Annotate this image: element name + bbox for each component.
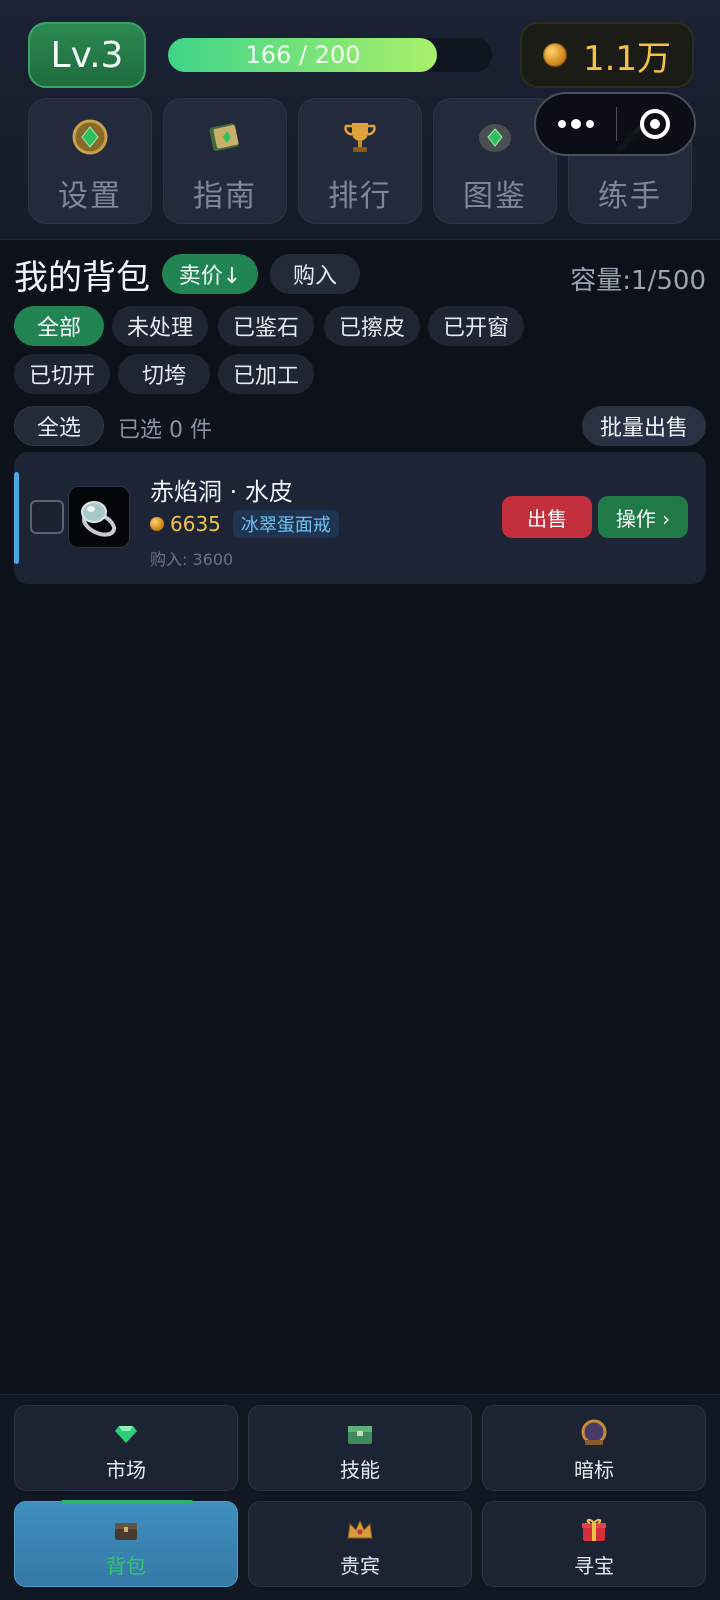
sort-by-buy-price-button[interactable]: 购入 <box>270 254 360 294</box>
nav-treasure-hunt[interactable]: 寻宝 <box>482 1501 706 1587</box>
item-buy-price: 购入: 3600 <box>150 550 234 569</box>
filter-windowed[interactable]: 已开窗 <box>428 306 524 346</box>
jade-ring-icon <box>81 501 116 537</box>
select-all-button[interactable]: 全选 <box>14 406 104 446</box>
trophy-icon <box>338 115 382 159</box>
gift-box-icon <box>579 1514 609 1544</box>
more-dot-icon <box>570 119 581 129</box>
nav-sealed-bid[interactable]: 暗标 <box>482 1405 706 1491</box>
filter-processed[interactable]: 已加工 <box>218 354 314 394</box>
close-mini-program-button[interactable] <box>617 94 695 154</box>
batch-sell-button[interactable]: 批量出售 <box>582 406 706 446</box>
target-circle-icon <box>640 109 671 139</box>
mini-program-capsule <box>534 92 696 156</box>
xp-progress-text: 166 / 200 <box>245 41 361 69</box>
filter-unprocessed[interactable]: 未处理 <box>112 306 208 346</box>
nav-vip-label: 贵宾 <box>340 1554 380 1578</box>
filter-cut[interactable]: 已切开 <box>14 354 110 394</box>
filter-all[interactable]: 全部 <box>14 306 104 346</box>
ranking-label: 排行 <box>328 179 392 214</box>
item-checkbox[interactable] <box>30 500 64 534</box>
crown-icon <box>345 1514 375 1544</box>
xp-progress-bar: 166 / 200 <box>168 38 492 72</box>
guide-button[interactable]: 指南 <box>163 98 287 224</box>
nav-backpack[interactable]: 背包 <box>14 1500 238 1587</box>
practice-label: 练手 <box>598 179 662 214</box>
gem-stone-icon <box>473 115 517 159</box>
gold-coin-icon <box>542 43 567 67</box>
ranking-button[interactable]: 排行 <box>298 98 422 224</box>
nav-skills[interactable]: 技能 <box>248 1405 472 1491</box>
item-thumbnail <box>68 486 130 548</box>
selected-count-text: 已选 0 件 <box>118 418 212 443</box>
filter-cut-failed[interactable]: 切垮 <box>118 354 210 394</box>
capacity-text: 容量:1/500 <box>570 266 706 296</box>
top-bar: Lv.3 166 / 200 1.1万 设置 指南 排行 图鉴 练手 <box>0 0 720 240</box>
sell-button[interactable]: 出售 <box>502 496 592 538</box>
nav-market[interactable]: 市场 <box>14 1405 238 1491</box>
codex-label: 图鉴 <box>463 179 527 214</box>
operate-button[interactable]: 操作 › <box>598 496 688 538</box>
gold-coin-icon <box>150 517 164 531</box>
sort-by-sell-price-button[interactable]: 卖价↓ <box>162 254 258 294</box>
coin-balance[interactable]: 1.1万 <box>520 22 694 88</box>
coin-balance-value: 1.1万 <box>582 38 672 79</box>
more-dot-icon <box>585 120 594 128</box>
more-options-button[interactable] <box>536 94 616 154</box>
level-badge[interactable]: Lv.3 <box>28 22 146 88</box>
nav-market-label: 市场 <box>106 1458 146 1482</box>
more-dot-icon <box>557 120 566 128</box>
filter-rubbed[interactable]: 已擦皮 <box>324 306 420 346</box>
settings-button[interactable]: 设置 <box>28 98 152 224</box>
nav-treasure-hunt-label: 寻宝 <box>574 1554 614 1578</box>
item-accent-bar <box>14 472 19 564</box>
item-type-tag: 冰翠蛋面戒 <box>232 510 339 538</box>
nav-backpack-label: 背包 <box>106 1554 146 1578</box>
item-name: 赤焰洞 · 水皮 <box>150 478 293 506</box>
bottom-nav: 市场 技能 暗标 背包 贵宾 寻宝 <box>0 1394 720 1600</box>
guide-book-icon <box>203 115 247 159</box>
list-item[interactable]: 赤焰洞 · 水皮 6635 冰翠蛋面戒 购入: 3600 出售 操作 › <box>14 452 706 584</box>
item-price-row: 6635 冰翠蛋面戒 <box>150 510 339 538</box>
active-tab-indicator <box>61 1500 193 1504</box>
backpack-chest-icon <box>111 1514 141 1544</box>
item-price: 6635 <box>170 512 221 536</box>
backpack-title: 我的背包 <box>14 258 150 298</box>
filter-identified[interactable]: 已鉴石 <box>218 306 314 346</box>
jade-chest-icon <box>345 1418 375 1448</box>
diamond-icon <box>111 1418 141 1448</box>
nav-sealed-bid-label: 暗标 <box>574 1458 614 1482</box>
nav-skills-label: 技能 <box>340 1458 380 1482</box>
settings-label: 设置 <box>58 179 122 214</box>
guide-label: 指南 <box>193 179 257 214</box>
nav-vip[interactable]: 贵宾 <box>248 1501 472 1587</box>
emerald-amulet-icon <box>68 115 112 159</box>
bid-seal-icon <box>579 1418 609 1448</box>
